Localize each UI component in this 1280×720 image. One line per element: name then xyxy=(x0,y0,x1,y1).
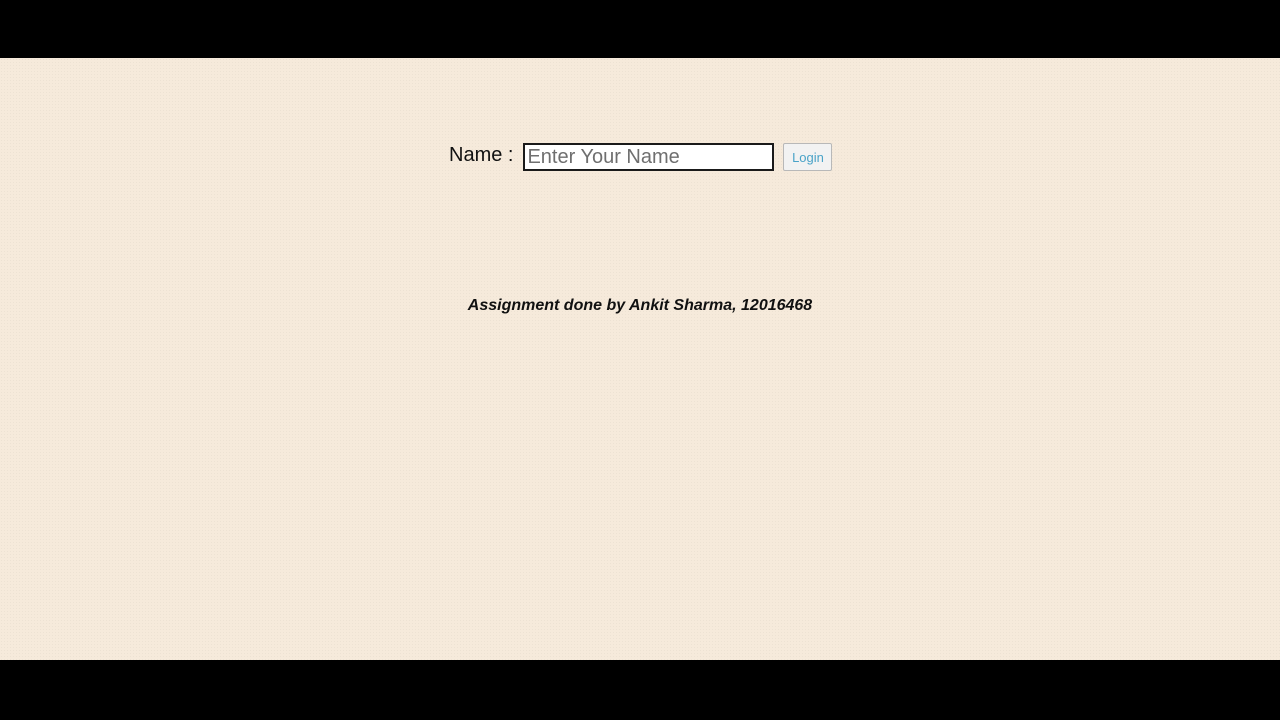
letterbox-bottom xyxy=(0,660,1280,720)
page-content: Name : Login Assignment done by Ankit Sh… xyxy=(0,58,1280,660)
name-label: Name : xyxy=(449,143,514,166)
login-button[interactable]: Login xyxy=(783,143,833,171)
letterbox-top xyxy=(0,0,1280,58)
login-form: Name : Login xyxy=(449,143,833,171)
name-input[interactable] xyxy=(523,143,775,171)
assignment-credit: Assignment done by Ankit Sharma, 1201646… xyxy=(467,297,813,314)
